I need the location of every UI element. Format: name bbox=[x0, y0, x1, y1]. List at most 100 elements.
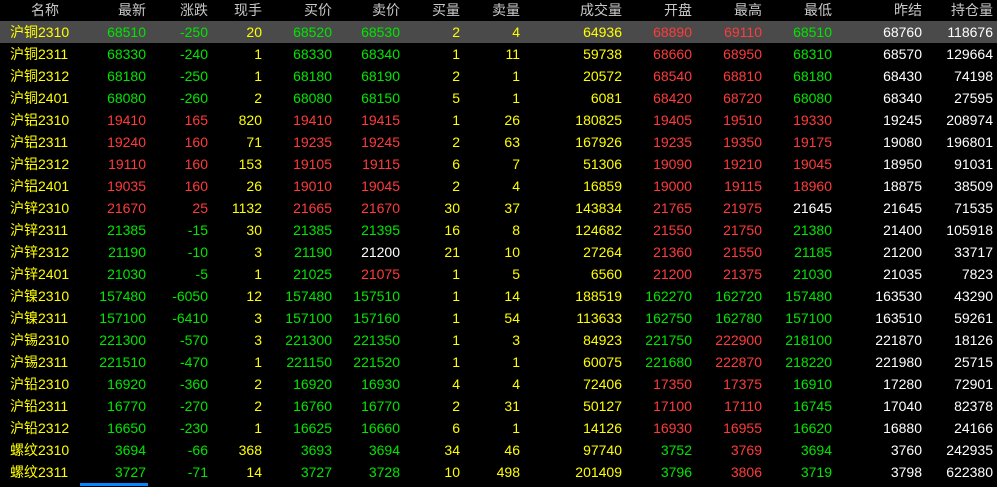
table-row[interactable]: 沪镍2311 157100 -6410 3 157100 157160 1 54 113633 1… bbox=[0, 307, 997, 329]
cell-open: 19090 bbox=[653, 156, 692, 172]
cell-last: 68080 bbox=[107, 90, 146, 106]
cell-open: 21200 bbox=[653, 266, 692, 282]
cell-chg: 25 bbox=[192, 200, 208, 216]
cell-oi: 25715 bbox=[954, 354, 993, 370]
cell-chg: -570 bbox=[179, 332, 208, 348]
cell-volume: 84923 bbox=[583, 332, 622, 348]
cell-chg: -270 bbox=[179, 398, 208, 414]
header-low[interactable]: 最低 bbox=[762, 0, 832, 21]
cell-high: 17375 bbox=[723, 376, 762, 392]
header-last[interactable]: 最新 bbox=[80, 0, 146, 21]
cell-name: 沪锌2312 bbox=[10, 244, 70, 260]
table-row[interactable]: 沪铜2312 68180 -250 1 68180 68190 2 1 20572 68540 68… bbox=[0, 65, 997, 87]
header-prev[interactable]: 昨结 bbox=[832, 0, 922, 21]
table-row[interactable]: 沪锌2310 21670 25 1132 21665 21670 30 37 143834 217… bbox=[0, 197, 997, 219]
cell-high: 19115 bbox=[724, 178, 762, 194]
cell-bid: 3727 bbox=[300, 464, 332, 480]
cell-name: 沪镍2311 bbox=[10, 310, 69, 326]
cell-open: 19235 bbox=[653, 134, 692, 150]
cell-low: 3719 bbox=[800, 464, 832, 480]
table-row[interactable]: 沪锡2310 221300 -570 3 221300 221350 1 3 84923 2217… bbox=[0, 329, 997, 351]
cell-high: 19510 bbox=[723, 112, 762, 128]
table-row[interactable]: 沪锌2401 21030 -5 1 21025 21075 1 5 6560 21200 21375… bbox=[0, 263, 997, 285]
column-scroll-indicator[interactable] bbox=[80, 483, 148, 486]
cell-oi: 72901 bbox=[954, 376, 993, 392]
cell-bid: 19235 bbox=[293, 134, 332, 150]
cell-name: 沪铅2310 bbox=[10, 376, 70, 392]
cell-chg: -5 bbox=[195, 266, 208, 282]
table-row[interactable]: 螺纹2310 3694 -66 368 3693 3694 34 46 97740 3752 376… bbox=[0, 439, 997, 461]
table-row[interactable]: 沪铜2311 68330 -240 1 68330 68340 1 11 59738 68660 6… bbox=[0, 43, 997, 65]
cell-volume: 50127 bbox=[583, 398, 622, 414]
table-row[interactable]: 沪铅2312 16650 -230 1 16625 16660 6 1 14126 16930 16… bbox=[0, 417, 997, 439]
table-row[interactable]: 沪铝2312 19110 160 153 19105 19115 6 7 51306 19090 1… bbox=[0, 153, 997, 175]
table-row[interactable]: 沪铝2311 19240 160 71 19235 19245 2 63 167926 19235… bbox=[0, 131, 997, 153]
cell-high: 222870 bbox=[715, 354, 762, 370]
cell-bid_vol: 1 bbox=[452, 310, 460, 326]
cell-ask: 157510 bbox=[353, 288, 400, 304]
header-name[interactable]: 名称 bbox=[10, 0, 80, 21]
cell-prev: 163510 bbox=[875, 310, 922, 326]
cell-low: 68080 bbox=[793, 90, 832, 106]
cell-ask_vol: 26 bbox=[504, 112, 520, 128]
cell-open: 3752 bbox=[660, 442, 692, 458]
table-row[interactable]: 螺纹2311 3727 -71 14 3727 3728 10 498 201409 3796 38… bbox=[0, 461, 997, 483]
cell-volume: 201409 bbox=[575, 464, 622, 480]
cell-last: 3694 bbox=[114, 442, 146, 458]
cell-vol_now: 20 bbox=[246, 24, 262, 40]
cell-low: 19330 bbox=[793, 112, 832, 128]
header-open[interactable]: 开盘 bbox=[622, 0, 692, 21]
cell-bid: 68080 bbox=[293, 90, 332, 106]
cell-prev: 17280 bbox=[883, 376, 922, 392]
table-row[interactable]: 沪锌2312 21190 -10 3 21190 21200 21 10 27264 21360 2… bbox=[0, 241, 997, 263]
cell-name: 螺纹2310 bbox=[10, 442, 70, 458]
cell-name: 沪铅2312 bbox=[10, 420, 70, 436]
table-row[interactable]: 沪锡2311 221510 -470 1 221150 221520 1 1 60075 2216… bbox=[0, 351, 997, 373]
cell-high: 3769 bbox=[730, 442, 762, 458]
cell-volume: 72406 bbox=[583, 376, 622, 392]
header-chg[interactable]: 涨跌 bbox=[146, 0, 208, 21]
cell-low: 21645 bbox=[793, 200, 832, 216]
cell-open: 68890 bbox=[653, 24, 692, 40]
header-bid_vol[interactable]: 买量 bbox=[400, 0, 460, 21]
cell-high: 222900 bbox=[715, 332, 762, 348]
header-oi[interactable]: 持仓量 bbox=[922, 0, 993, 21]
table-row[interactable]: 沪铅2311 16770 -270 2 16760 16770 2 31 50127 17100 1… bbox=[0, 395, 997, 417]
cell-chg: -6050 bbox=[172, 288, 208, 304]
cell-name: 沪锡2310 bbox=[10, 332, 70, 348]
table-row[interactable]: 沪铝2310 19410 165 820 19410 19415 1 26 180825 1940… bbox=[0, 109, 997, 131]
table-row[interactable]: 沪铝2401 19035 160 26 19010 19045 2 4 16859 19000 19… bbox=[0, 175, 997, 197]
header-bid[interactable]: 买价 bbox=[262, 0, 332, 21]
header-ask_vol[interactable]: 卖量 bbox=[460, 0, 520, 21]
header-volume[interactable]: 成交量 bbox=[520, 0, 622, 21]
cell-open: 221680 bbox=[645, 354, 692, 370]
cell-vol_now: 820 bbox=[238, 112, 262, 128]
cell-last: 19035 bbox=[107, 178, 146, 194]
cell-prev: 221870 bbox=[875, 332, 922, 348]
table-row[interactable]: 沪铜2310 68510 -250 20 68520 68530 2 4 64936 68890 6… bbox=[0, 21, 997, 43]
cell-chg: -10 bbox=[187, 244, 208, 260]
cell-last: 16920 bbox=[107, 376, 146, 392]
cell-chg: -250 bbox=[179, 68, 208, 84]
cell-bid_vol: 2 bbox=[452, 398, 460, 414]
cell-bid_vol: 1 bbox=[452, 332, 460, 348]
table-row[interactable]: 沪锌2311 21385 -15 30 21385 21395 16 8 124682 21550… bbox=[0, 219, 997, 241]
cell-prev: 3760 bbox=[890, 442, 922, 458]
cell-bid: 157480 bbox=[285, 288, 332, 304]
header-high[interactable]: 最高 bbox=[692, 0, 762, 21]
cell-name: 沪铅2311 bbox=[10, 398, 69, 414]
cell-prev: 19080 bbox=[883, 134, 922, 150]
header-ask[interactable]: 卖价 bbox=[332, 0, 400, 21]
table-row[interactable]: 沪铅2310 16920 -360 2 16920 16930 4 4 72406 17350 17… bbox=[0, 373, 997, 395]
cell-last: 221510 bbox=[99, 354, 146, 370]
cell-prev: 17040 bbox=[883, 398, 922, 414]
cell-low: 21185 bbox=[794, 244, 832, 260]
cell-prev: 68340 bbox=[883, 90, 922, 106]
header-vol_now[interactable]: 现手 bbox=[208, 0, 262, 21]
cell-ask_vol: 3 bbox=[512, 332, 520, 348]
table-row[interactable]: 沪镍2310 157480 -6050 12 157480 157510 1 14 188519… bbox=[0, 285, 997, 307]
cell-vol_now: 14 bbox=[246, 464, 262, 480]
table-row[interactable]: 沪铜2401 68080 -260 2 68080 68150 5 1 6081 68420 687… bbox=[0, 87, 997, 109]
cell-last: 16770 bbox=[107, 398, 146, 414]
cell-chg: -360 bbox=[179, 376, 208, 392]
